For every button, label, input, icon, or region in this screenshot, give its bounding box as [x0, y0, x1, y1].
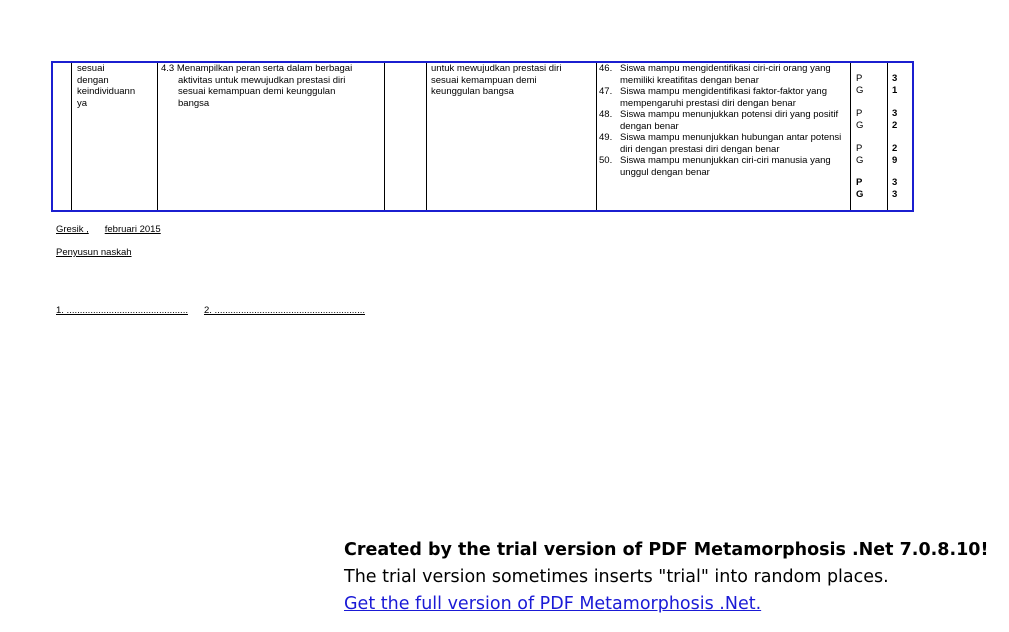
column-divider — [850, 63, 851, 210]
indicator-item: 47. Siswa mampu mengidentifikasi faktor-f… — [599, 86, 849, 109]
text-line: keindividuann — [77, 86, 136, 97]
column-divider — [157, 63, 158, 210]
indicator-text: Siswa mampu menunjukkan hubungan antar p… — [620, 132, 842, 155]
indicator-item: 46. Siswa mampu mengidentifikasi ciri-cir… — [599, 63, 849, 86]
text-line: keunggulan bangsa — [431, 86, 514, 97]
full-version-link[interactable]: Get the full version of PDF Metamorphosi… — [344, 591, 988, 618]
indicator-text: Siswa mampu mengidentifikasi ciri-ciri o… — [620, 63, 831, 86]
indicator-text: Siswa mampu menunjukkan ciri-ciri manusi… — [620, 155, 831, 178]
question-type: PG — [856, 143, 864, 166]
signer-role: Penyusun naskah — [56, 247, 132, 258]
text-line: bangsa — [178, 97, 210, 109]
text-line: untuk mewujudkan prestasi diri — [431, 63, 562, 74]
place-date: Gresik , februari 2015 — [56, 224, 161, 235]
question-number: 32 — [892, 108, 898, 131]
indicator-number: 50. — [599, 155, 613, 166]
indicator-item: 48. Siswa mampu menunjukkan potensi diri … — [599, 109, 849, 132]
column-divider — [426, 63, 427, 210]
trial-watermark: Created by the trial version of PDF Meta… — [344, 537, 988, 618]
date-text: februari 2015 — [104, 224, 161, 235]
watermark-note: The trial version sometimes inserts "tri… — [344, 567, 889, 587]
question-type: PG — [856, 73, 864, 96]
indicator-text: Siswa mampu mengidentifikasi faktor-fakt… — [620, 86, 827, 109]
indicator-number: 48. — [599, 109, 613, 120]
question-number: 29 — [892, 143, 898, 166]
indicator-list: 46. Siswa mampu mengidentifikasi ciri-cir… — [599, 63, 849, 178]
column-divider — [596, 63, 597, 210]
competence-number: 4.3 — [161, 63, 175, 74]
text-line: dengan — [77, 74, 109, 86]
column-divider — [384, 63, 385, 210]
place-text: Gresik , — [56, 224, 89, 235]
question-type: PG — [856, 108, 864, 131]
basic-competence-cell: 4.3 Menampilkan peran serta dalam berbag… — [161, 63, 381, 109]
text-line: aktivitas untuk mewujudkan prestasi diri — [178, 74, 346, 86]
indicator-number: 49. — [599, 132, 613, 143]
signature-line-1: 1. .....................................… — [56, 305, 188, 316]
indicator-number: 46. — [599, 63, 613, 74]
signature-lines: 1. .....................................… — [56, 305, 365, 316]
question-number: 31 — [892, 73, 898, 96]
indicator-text: Siswa mampu menunjukkan potensi diri yan… — [620, 109, 839, 132]
signature-line-2: 2. .....................................… — [203, 305, 365, 316]
indicator-item: 49. Siswa mampu menunjukkan hubungan anta… — [599, 132, 849, 155]
rubric-table: sesuai dengan keindividuann ya 4.3 Menam… — [51, 61, 914, 212]
text-line: sesuai kemampuan demi — [431, 74, 537, 86]
competence-col-text: sesuai dengan keindividuann ya — [77, 63, 139, 109]
text-line: sesuai — [77, 63, 105, 74]
column-divider — [71, 63, 72, 210]
column-divider — [887, 63, 888, 210]
question-number: 33 — [892, 177, 898, 200]
watermark-title: Created by the trial version of PDF Meta… — [344, 540, 989, 560]
text-line: Menampilkan peran serta dalam berbagai — [176, 63, 353, 74]
question-type: PG — [856, 177, 864, 200]
text-line: sesuai kemampuan demi keunggulan — [178, 86, 336, 97]
text-line: ya — [77, 97, 88, 109]
indicator-number: 47. — [599, 86, 613, 97]
material-cell: untuk mewujudkan prestasi diri sesuai ke… — [431, 63, 591, 98]
indicator-item: 50. Siswa mampu menunjukkan ciri-ciri man… — [599, 155, 849, 178]
